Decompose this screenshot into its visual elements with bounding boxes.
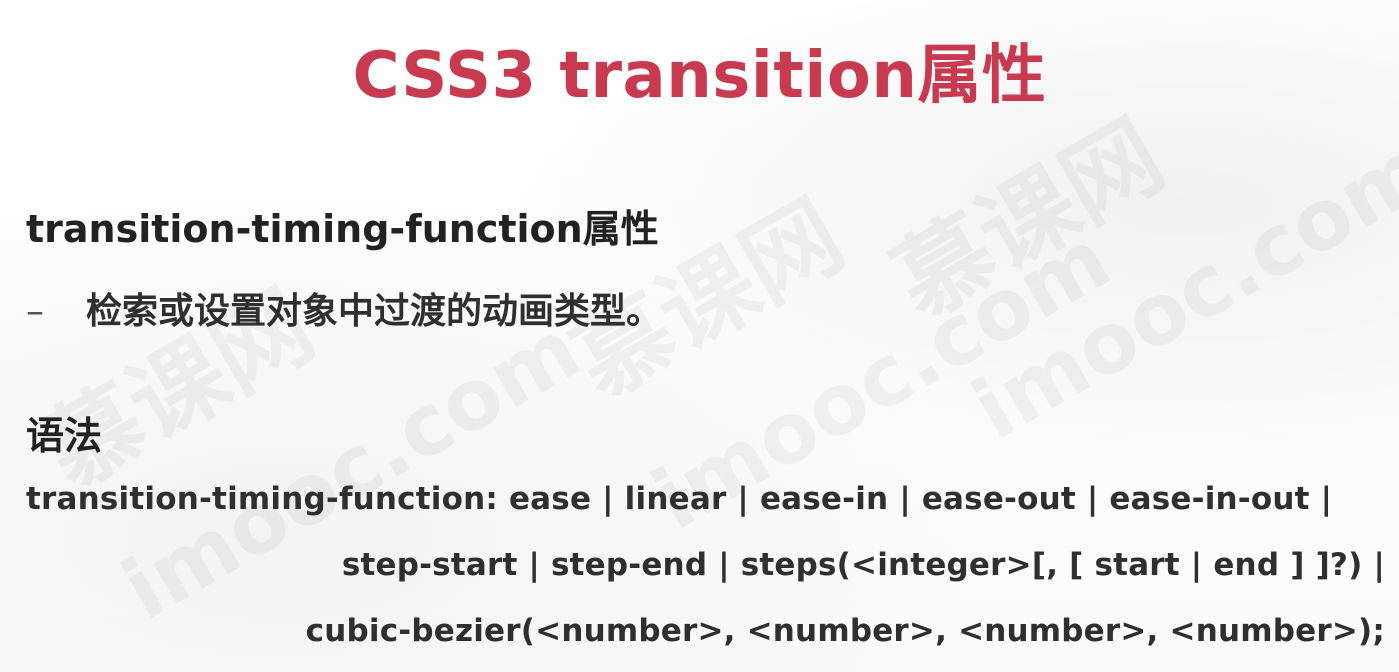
- syntax-line: transition-timing-function: ease | linea…: [26, 481, 1333, 517]
- slide-title-cn: 属性: [917, 39, 1047, 113]
- property-heading: transition-timing-function属性: [26, 207, 659, 251]
- syntax-heading: 语法: [26, 414, 103, 458]
- slide-title: CSS3 transition属性: [0, 24, 1399, 116]
- bullet-dash-icon: –: [26, 291, 44, 332]
- property-description: – 检索或设置对象中过渡的动画类型。: [26, 282, 662, 334]
- description-text: 检索或设置对象中过渡的动画类型。: [86, 291, 663, 332]
- slide-content: CSS3 transition属性 transition-timing-func…: [0, 0, 1399, 672]
- slide-title-en: CSS3 transition: [352, 39, 918, 113]
- syntax-line: step-start | step-end | steps(<integer>[…: [341, 547, 1385, 583]
- syntax-line: cubic-bezier(<number>, <number>, <number…: [305, 613, 1385, 649]
